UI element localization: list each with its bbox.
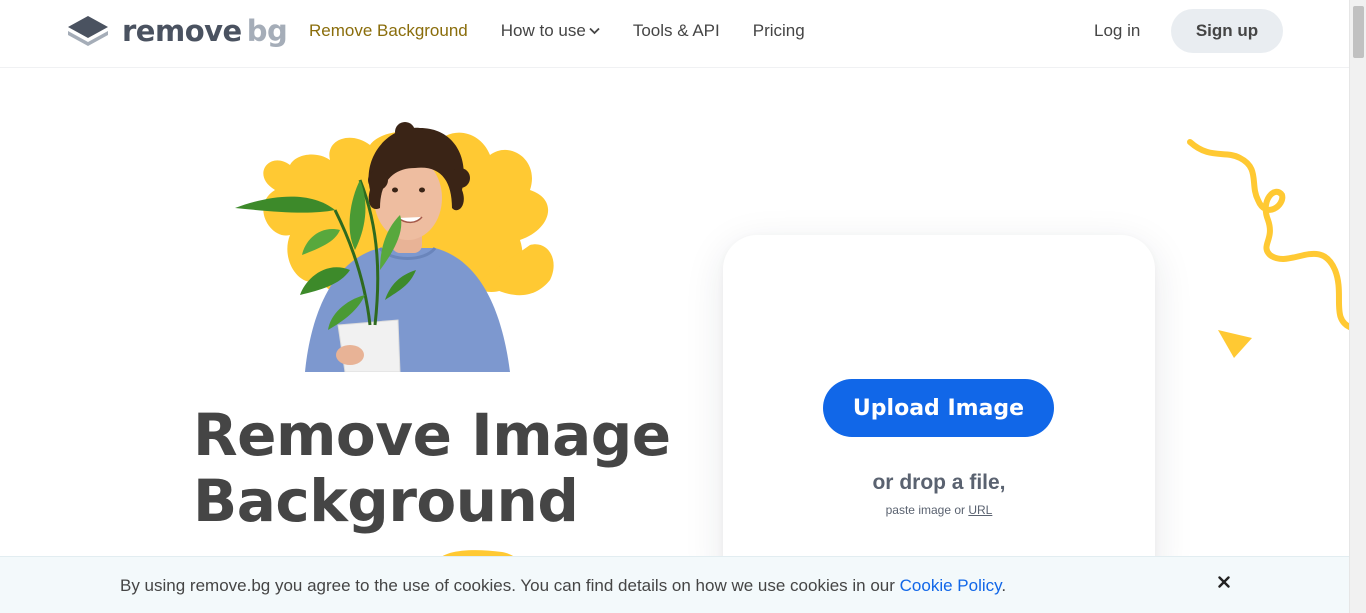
cookie-message: By using remove.bg you agree to the use …: [120, 576, 1006, 596]
cookie-text: By using remove.bg you agree to the use …: [120, 576, 900, 595]
hero-title: Remove Image Background: [193, 402, 713, 534]
nav-item-label: Tools & API: [632, 21, 720, 40]
page-scrollbar[interactable]: [1349, 0, 1366, 613]
nav-item-remove-background[interactable]: Remove Background: [309, 20, 468, 42]
close-icon: [1218, 576, 1230, 588]
paste-hint-text: paste image or: [885, 503, 969, 517]
nav-item-pricing[interactable]: Pricing: [753, 20, 805, 42]
nav-item-how-to-use[interactable]: How to use: [501, 20, 600, 42]
main-nav: Remove Background How to use Tools & API…: [309, 20, 838, 42]
signup-button[interactable]: Sign up: [1171, 9, 1283, 53]
hero-person-illustration: [235, 122, 554, 372]
upload-card[interactable]: Upload Image or drop a file, paste image…: [723, 235, 1155, 595]
cookie-suffix: .: [1001, 576, 1007, 595]
chevron-down-icon: [589, 27, 600, 35]
cookie-policy-link[interactable]: Cookie Policy: [900, 576, 1002, 595]
squiggle-decoration: [1187, 139, 1355, 331]
paste-hint: paste image or URL: [723, 503, 1155, 517]
logo-icon: [68, 16, 108, 46]
nav-item-label: How to use: [500, 21, 586, 40]
upload-image-button[interactable]: Upload Image: [823, 379, 1054, 437]
drop-file-text: or drop a file,: [872, 471, 1006, 494]
cookie-close-button[interactable]: [1214, 572, 1234, 592]
scrollbar-thumb[interactable]: [1353, 6, 1364, 58]
brand-wordmark: remove bg: [122, 14, 288, 48]
url-link[interactable]: URL: [968, 503, 992, 517]
brand-logo[interactable]: remove bg: [66, 14, 288, 48]
hero-title-line-2: Background: [193, 467, 579, 535]
brand-word-2: bg: [246, 14, 288, 48]
site-header: remove bg Remove Background How to use To…: [0, 0, 1349, 68]
triangle-decoration: [1218, 330, 1252, 358]
hero-title-line-1: Remove Image: [193, 401, 671, 469]
nav-item-label: Pricing: [752, 21, 805, 40]
nav-item-label: Remove Background: [309, 21, 468, 40]
cookie-banner: By using remove.bg you agree to the use …: [0, 556, 1349, 613]
brand-word-1: remove: [122, 14, 242, 48]
nav-item-tools-api[interactable]: Tools & API: [633, 20, 720, 42]
login-link[interactable]: Log in: [1094, 20, 1140, 42]
